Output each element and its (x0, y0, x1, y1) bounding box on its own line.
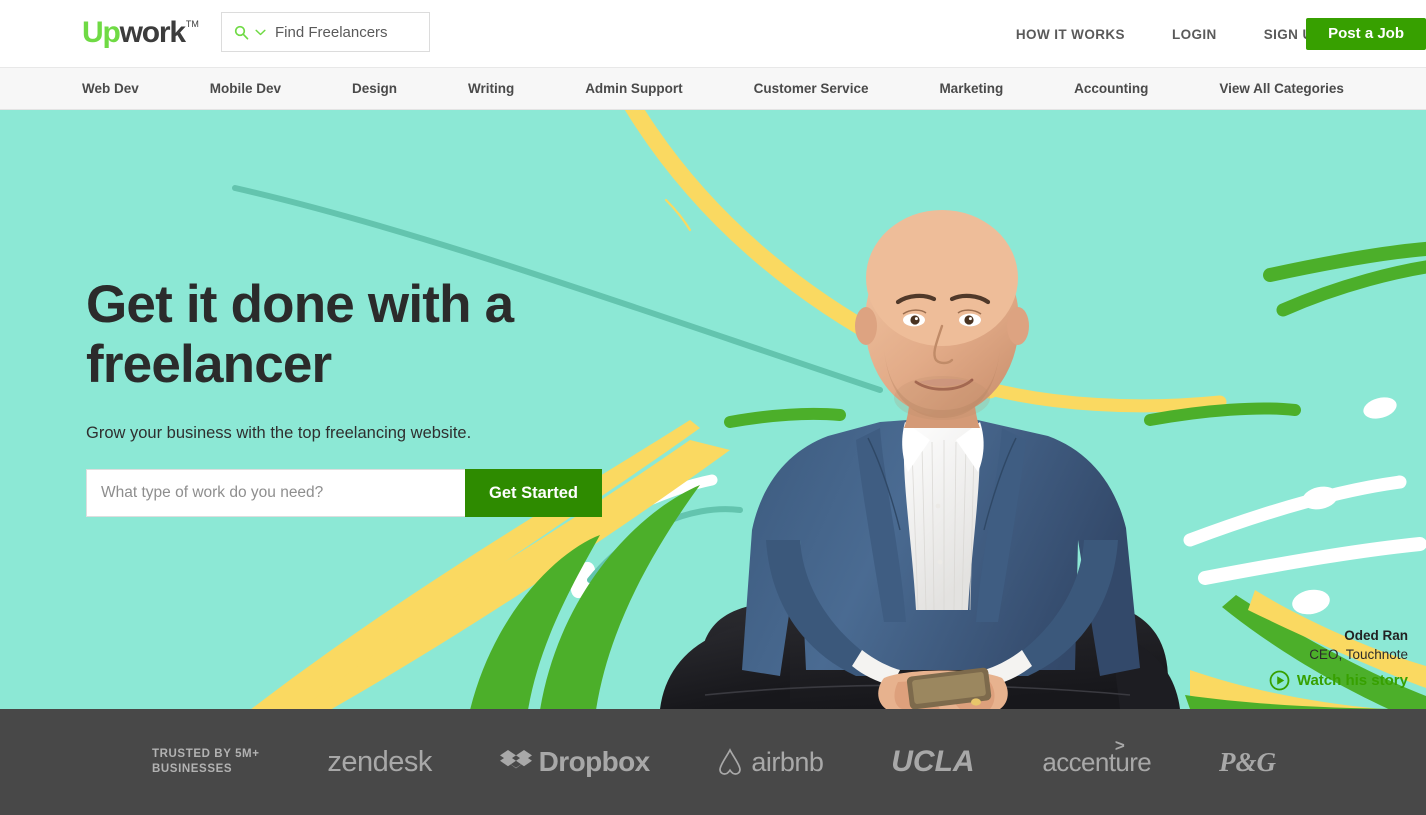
category-writing[interactable]: Writing (468, 81, 514, 96)
site-header: Up work TM Find Freelancers HOW IT WORKS L… (0, 0, 1426, 68)
hero-title-line-2: freelancer (86, 335, 332, 394)
nav-how-it-works[interactable]: HOW IT WORKS (1016, 27, 1125, 42)
hero-search-form: Get Started (86, 469, 602, 517)
primary-nav: HOW IT WORKS LOGIN SIGN UP (1016, 0, 1322, 68)
category-design[interactable]: Design (352, 81, 397, 96)
category-accounting[interactable]: Accounting (1074, 81, 1148, 96)
post-a-job-button[interactable]: Post a Job (1306, 18, 1426, 50)
chevron-down-icon (255, 29, 266, 35)
category-nav-bar: Web Dev Mobile Dev Design Writing Admin … (0, 68, 1426, 110)
dropbox-wordmark: Dropbox (538, 746, 651, 777)
airbnb-wordmark: airbnb (751, 746, 824, 777)
hero-banner: Get it done with a freelancer Grow your … (0, 110, 1426, 709)
page-title: Get it done with a freelancer (86, 275, 706, 395)
logo-dropbox[interactable]: Dropbox (499, 746, 651, 778)
logo-pg[interactable]: P&G (1219, 747, 1276, 778)
logo-airbnb[interactable]: airbnb (717, 746, 824, 778)
logo-ucla[interactable]: UCLA (891, 745, 974, 779)
find-freelancers-label: Find Freelancers (275, 23, 388, 41)
find-freelancers-selector[interactable]: Find Freelancers (221, 12, 430, 52)
nav-login[interactable]: LOGIN (1172, 27, 1217, 42)
play-circle-icon (1269, 670, 1290, 691)
hero-title-line-1: Get it done with a (86, 275, 514, 334)
search-icon (234, 25, 249, 40)
hero-person-photo (660, 210, 1180, 709)
hero-search-input[interactable] (86, 469, 465, 517)
get-started-button[interactable]: Get Started (465, 469, 602, 517)
watch-story-label: Watch his story (1296, 672, 1408, 689)
upwork-logo[interactable]: Up work TM (82, 18, 199, 48)
hero-content: Get it done with a freelancer Grow your … (86, 275, 706, 517)
watch-story-link[interactable]: Watch his story (1269, 670, 1408, 691)
testimonial-attribution: Oded Ran CEO, Touchnote Watch his story (1269, 627, 1408, 691)
airbnb-icon (719, 748, 742, 775)
category-web-dev[interactable]: Web Dev (82, 81, 139, 96)
trusted-by-label: TRUSTED BY 5M+ BUSINESSES (152, 748, 260, 775)
hero-subtitle: Grow your business with the top freelanc… (86, 424, 472, 442)
category-admin-support[interactable]: Admin Support (585, 81, 683, 96)
accenture-arrow-icon: > (1114, 735, 1125, 755)
attribution-name: Oded Ran (1344, 628, 1408, 643)
logo-accenture[interactable]: > accenture (1042, 736, 1152, 778)
dropbox-icon (499, 750, 532, 769)
category-marketing[interactable]: Marketing (939, 81, 1003, 96)
logo-text-work: work (119, 16, 186, 49)
logo-trademark: TM (185, 19, 199, 29)
category-view-all[interactable]: View All Categories (1219, 81, 1344, 96)
accenture-wordmark: accenture (1042, 746, 1152, 777)
logo-zendesk[interactable]: zendesk (327, 746, 432, 779)
category-mobile-dev[interactable]: Mobile Dev (210, 81, 281, 96)
category-customer-service[interactable]: Customer Service (754, 81, 869, 96)
trusted-by-bar: TRUSTED BY 5M+ BUSINESSES zendesk Dropbo… (0, 709, 1426, 815)
logo-text-up: Up (82, 16, 121, 49)
attribution-role: CEO, Touchnote (1309, 647, 1408, 662)
